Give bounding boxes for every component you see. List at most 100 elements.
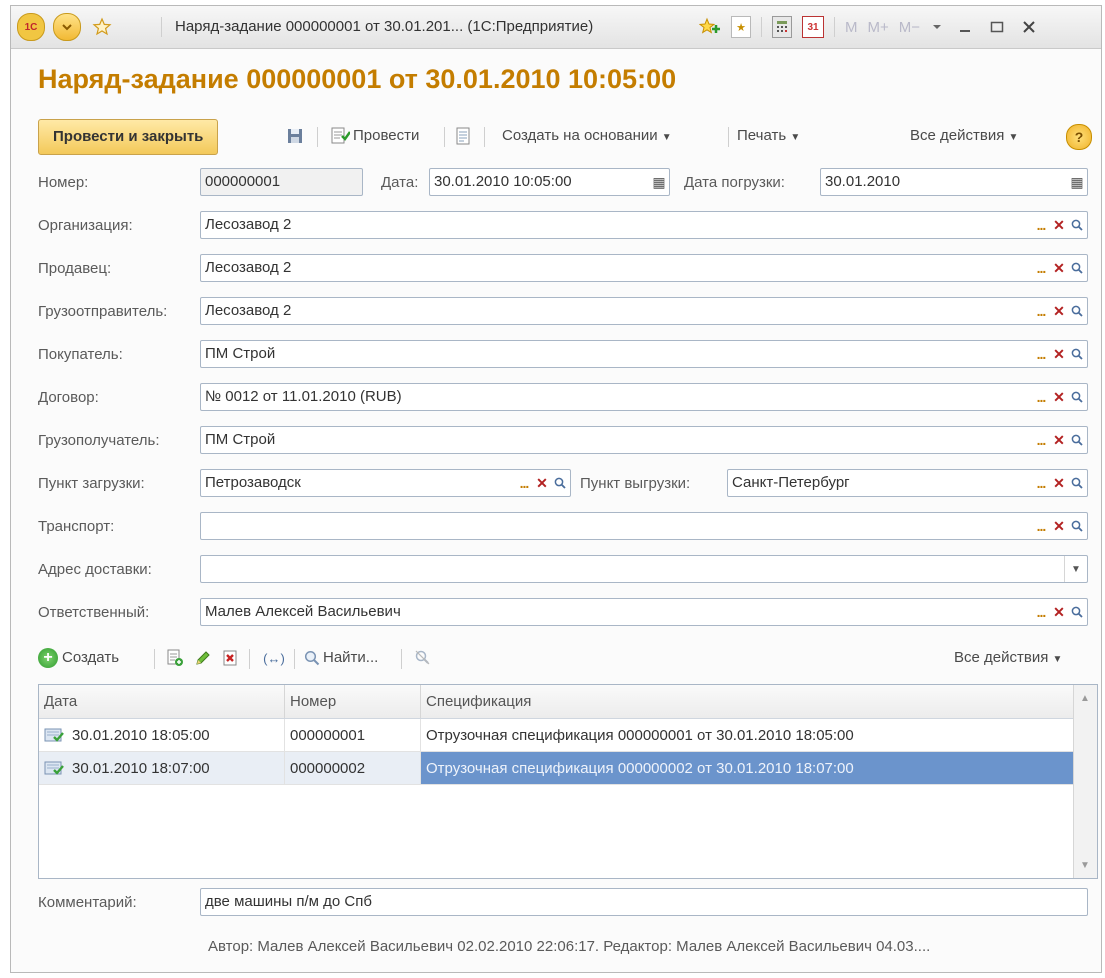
favorites-list-icon[interactable]: ★ [731, 16, 751, 38]
memory-button[interactable]: M [845, 19, 858, 36]
responsible-field[interactable]: Малев Алексей Васильевич ... ✕ [200, 598, 1088, 626]
document-window: 1С Наряд-задание 000000001 от 30.01.201.… [10, 5, 1102, 973]
save-icon[interactable] [286, 127, 304, 145]
open-search-icon[interactable] [1069, 429, 1085, 451]
chevron-down-icon[interactable]: ▼ [1068, 558, 1084, 580]
calculator-icon[interactable] [772, 16, 792, 38]
clear-icon[interactable]: ✕ [1051, 386, 1067, 408]
menu-dropdown-icon[interactable] [53, 13, 81, 41]
add-favorites-icon[interactable] [699, 16, 721, 38]
open-search-icon[interactable] [1069, 300, 1085, 322]
select-ellipsis-icon[interactable]: ... [1033, 257, 1049, 279]
consignee-field[interactable]: ПМ Строй ... ✕ [200, 426, 1088, 454]
1c-logo-icon[interactable]: 1С [17, 13, 45, 41]
load-point-label: Пункт загрузки: [38, 475, 145, 492]
add-icon: + [38, 648, 58, 668]
row-number: 000000001 [285, 719, 421, 752]
table-row[interactable]: 30.01.2010 18:05:00 000000001 Отрузочная… [39, 719, 1075, 752]
select-ellipsis-icon[interactable]: ... [1033, 343, 1049, 365]
post-and-close-button[interactable]: Провести и закрыть [38, 119, 219, 155]
chevron-down-icon: ▼ [1008, 132, 1019, 143]
edit-pencil-icon[interactable] [193, 648, 213, 668]
delivery-address-field[interactable]: ▼ [200, 555, 1088, 583]
post-button[interactable]: Провести [353, 119, 419, 153]
table-all-actions-button[interactable]: Все действия ▼ [954, 641, 1062, 675]
calendar-picker-icon[interactable]: ▦ [1069, 171, 1085, 193]
open-search-icon[interactable] [1069, 257, 1085, 279]
delete-icon[interactable] [220, 648, 240, 668]
buyer-field[interactable]: ПМ Строй ... ✕ [200, 340, 1088, 368]
row-date: 30.01.2010 18:05:00 [72, 726, 210, 744]
table-row-selected[interactable]: 30.01.2010 18:07:00 000000002 Отрузочная… [39, 752, 1075, 785]
clear-icon[interactable]: ✕ [1051, 429, 1067, 451]
expand-columns-icon[interactable]: (↔) [262, 648, 286, 668]
open-search-icon[interactable] [1069, 343, 1085, 365]
clear-icon[interactable]: ✕ [1051, 300, 1067, 322]
close-icon[interactable] [1018, 20, 1040, 34]
organization-field[interactable]: Лесозавод 2 ... ✕ [200, 211, 1088, 239]
open-search-icon[interactable] [1069, 472, 1085, 494]
clear-icon[interactable]: ✕ [1051, 343, 1067, 365]
organization-label: Организация: [38, 217, 133, 234]
post-icon[interactable] [329, 126, 351, 146]
all-actions-button[interactable]: Все действия ▼ [910, 119, 1018, 153]
shipper-field[interactable]: Лесозавод 2 ... ✕ [200, 297, 1088, 325]
author-info: Автор: Малев Алексей Васильевич 02.02.20… [208, 938, 931, 955]
load-point-field[interactable]: Петрозаводск ... ✕ [200, 469, 571, 497]
clear-icon[interactable]: ✕ [1051, 515, 1067, 537]
clear-icon[interactable]: ✕ [1051, 601, 1067, 623]
open-search-icon[interactable] [1069, 601, 1085, 623]
create-based-on-button[interactable]: Создать на основании ▼ [502, 119, 672, 153]
row-specification: Отрузочная спецификация 000000002 от 30.… [421, 752, 1075, 785]
select-ellipsis-icon[interactable]: ... [1033, 300, 1049, 322]
select-ellipsis-icon[interactable]: ... [1033, 472, 1049, 494]
transport-label: Транспорт: [38, 518, 115, 535]
column-header-specification[interactable]: Спецификация [421, 685, 1075, 718]
clear-icon[interactable]: ✕ [1051, 472, 1067, 494]
memory-plus-button[interactable]: M+ [868, 19, 889, 36]
calendar-picker-icon[interactable]: ▦ [651, 171, 667, 193]
help-icon[interactable]: ? [1066, 124, 1092, 150]
open-search-icon[interactable] [1069, 515, 1085, 537]
print-button[interactable]: Печать ▼ [737, 119, 800, 153]
column-header-number[interactable]: Номер [285, 685, 421, 718]
calendar-icon[interactable]: 31 [802, 16, 824, 38]
select-ellipsis-icon[interactable]: ... [1033, 601, 1049, 623]
contract-field[interactable]: № 0012 от 11.01.2010 (RUB) ... ✕ [200, 383, 1088, 411]
memory-minus-button[interactable]: M− [899, 19, 920, 36]
more-chevron-icon[interactable] [930, 23, 944, 31]
open-search-icon[interactable] [1069, 214, 1085, 236]
comment-field[interactable]: две машины п/м до Спб [200, 888, 1088, 916]
clear-icon[interactable]: ✕ [534, 472, 550, 494]
select-ellipsis-icon[interactable]: ... [1033, 214, 1049, 236]
seller-field[interactable]: Лесозавод 2 ... ✕ [200, 254, 1088, 282]
create-button[interactable]: + Создать [38, 641, 119, 675]
clear-icon[interactable]: ✕ [1051, 257, 1067, 279]
load-date-field[interactable]: 30.01.2010 ▦ [820, 168, 1088, 196]
column-header-date[interactable]: Дата [39, 685, 285, 718]
row-specification: Отрузочная спецификация 000000001 от 30.… [421, 719, 1075, 752]
maximize-icon[interactable] [986, 20, 1008, 34]
select-ellipsis-icon[interactable]: ... [1033, 386, 1049, 408]
minimize-icon[interactable] [954, 20, 976, 34]
date-field[interactable]: 30.01.2010 10:05:00 ▦ [429, 168, 670, 196]
select-ellipsis-icon[interactable]: ... [1033, 429, 1049, 451]
clear-icon[interactable]: ✕ [1051, 214, 1067, 236]
number-field[interactable]: 000000001 [200, 168, 363, 196]
document-structure-icon[interactable] [454, 127, 472, 145]
transport-field[interactable]: ... ✕ [200, 512, 1088, 540]
open-search-icon[interactable] [552, 472, 568, 494]
scroll-up-icon[interactable]: ▲ [1078, 691, 1092, 705]
open-search-icon[interactable] [1069, 386, 1085, 408]
vertical-scrollbar[interactable]: ▲ ▼ [1073, 685, 1097, 878]
select-ellipsis-icon[interactable]: ... [1033, 515, 1049, 537]
find-button[interactable]: Найти... [304, 641, 378, 675]
favorite-star-icon[interactable] [89, 14, 115, 40]
window-title: Наряд-задание 000000001 от 30.01.201... … [175, 18, 594, 35]
scroll-down-icon[interactable]: ▼ [1078, 858, 1092, 872]
select-ellipsis-icon[interactable]: ... [516, 472, 532, 494]
cancel-search-icon[interactable] [413, 648, 433, 668]
title-bar: 1С Наряд-задание 000000001 от 30.01.201.… [11, 6, 1101, 49]
unload-point-field[interactable]: Санкт-Петербург ... ✕ [727, 469, 1088, 497]
copy-icon[interactable] [165, 648, 185, 668]
